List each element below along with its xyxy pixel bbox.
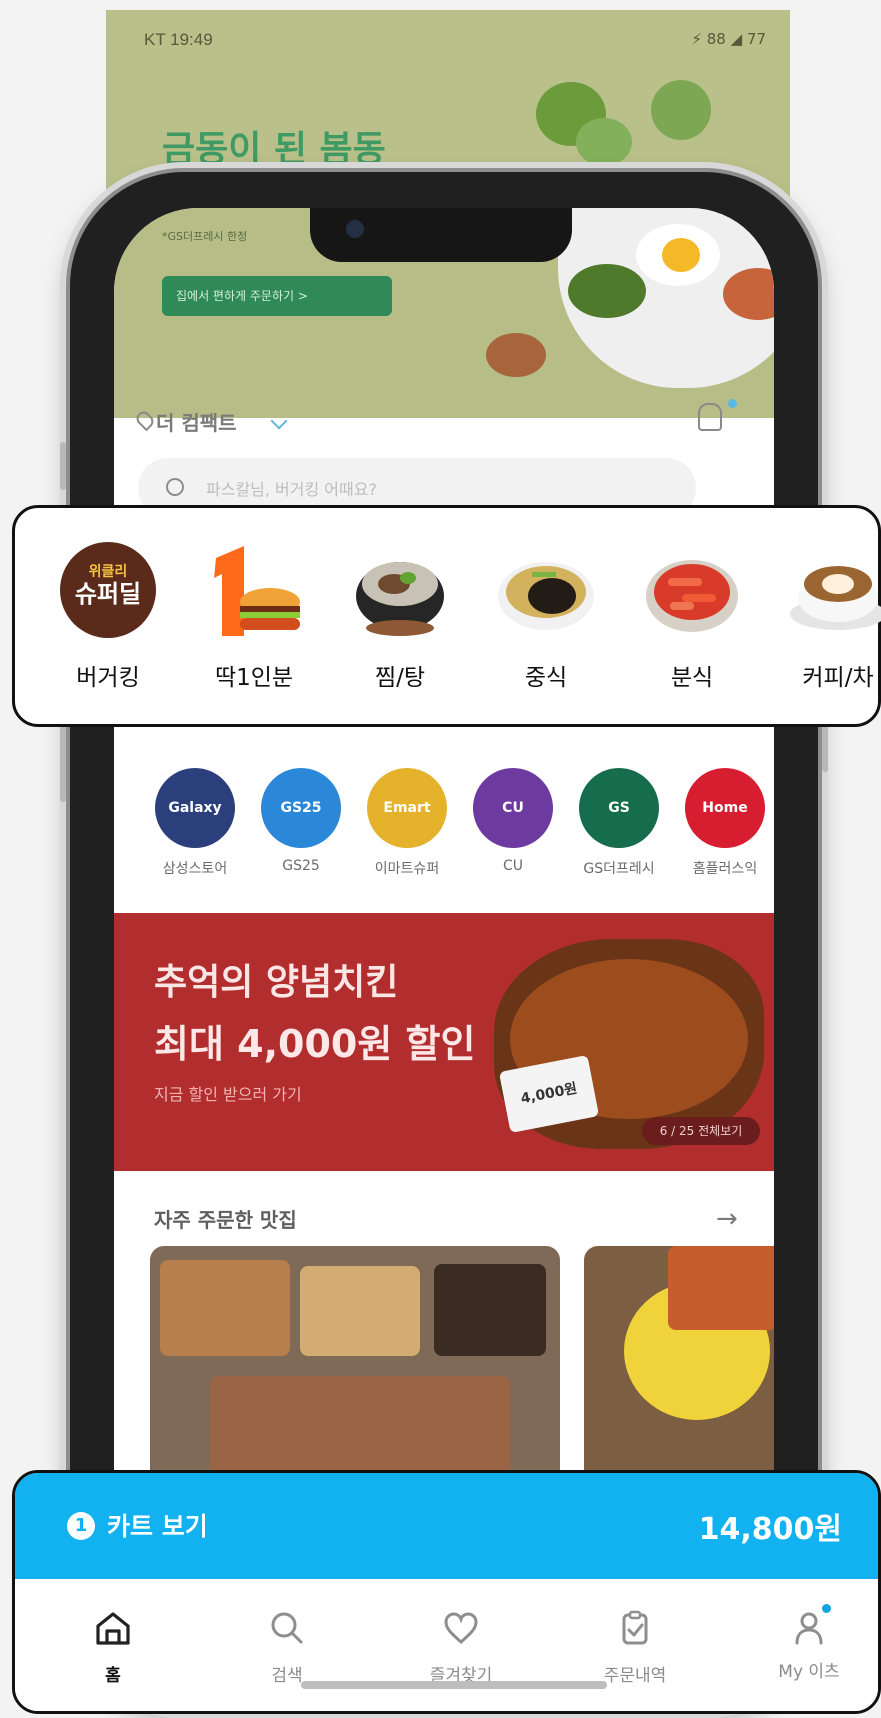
brand-label: GS25	[282, 858, 320, 874]
status-right: ⚡ 88 ◢ 77	[691, 30, 766, 48]
status-left: KT 19:49	[144, 30, 213, 49]
brand-logo: Home	[685, 768, 765, 848]
restaurant-card[interactable]	[150, 1246, 560, 1506]
yolk	[662, 238, 700, 272]
food-image-patch	[668, 1246, 774, 1330]
category-label: 중식	[524, 665, 568, 691]
weekly-super-deal-icon: 위클리 슈퍼딜	[60, 542, 156, 638]
bell-icon[interactable]	[698, 403, 722, 431]
banner-counter[interactable]: 6 / 25 전체보기	[642, 1117, 760, 1145]
cart-label[interactable]: 카트 보기	[107, 1507, 208, 1543]
phone-notch	[310, 208, 572, 262]
bibimbap-bowl-image	[558, 208, 774, 388]
category-label: 분식	[670, 665, 714, 691]
camera	[346, 220, 364, 238]
category-label: 찜/탕	[374, 665, 426, 691]
side-button	[60, 442, 66, 490]
food-image-patch	[300, 1266, 420, 1356]
phone-screen: *GS더프레시 한정 집에서 편하게 주문하기 > 더 컴팩트 파스칼님, 버거…	[114, 208, 774, 1678]
banner-title-line1: 추억의 양념치킨	[154, 962, 399, 1003]
banner-title-line2: 최대 4,000원 할인	[154, 1022, 476, 1066]
latte-cup-icon	[790, 566, 881, 630]
single-serving-burger-icon	[214, 546, 300, 636]
hero-title: 금동이 된 봄동	[162, 129, 386, 170]
jajangmyeon-icon	[498, 562, 594, 630]
brand-logo: Emart	[367, 768, 447, 848]
notification-dot	[728, 399, 737, 408]
brand-logo: CU	[473, 768, 553, 848]
bottom-highlight-panel: 1 카트 보기 14,800원 홈 검색 즐겨찾기 주문내역 My 이츠	[12, 1470, 881, 1714]
leaf-decoration	[576, 118, 632, 166]
category-label: 딱1인분	[214, 665, 294, 691]
tab-home[interactable]: 홈	[53, 1609, 173, 1686]
brand-store[interactable]: GS GS더프레시	[576, 768, 662, 878]
section-arrow[interactable]: →	[716, 1204, 738, 1234]
location-pin-icon	[133, 408, 157, 432]
tteokbokki-icon	[646, 560, 738, 632]
bottom-tab-bar: 홈 검색 즐겨찾기 주문내역 My 이츠	[15, 1579, 878, 1711]
tab-orders[interactable]: 주문내역	[575, 1609, 695, 1686]
brand-logo: GS	[579, 768, 659, 848]
brand-label: 홈플러스익	[692, 861, 758, 877]
brand-label: GS더프레시	[583, 861, 655, 877]
tab-my-eats[interactable]: My 이츠	[749, 1604, 869, 1682]
category-label: 버거킹	[76, 665, 140, 691]
heart-icon	[444, 1612, 478, 1645]
chevron-down-icon[interactable]	[270, 412, 288, 430]
promo-subtext: *GS더프레시 한정	[162, 230, 248, 243]
food-image-patch	[160, 1260, 290, 1356]
search-icon	[166, 478, 184, 496]
cart-price: 14,800원	[698, 1512, 842, 1547]
tab-label: My 이츠	[778, 1662, 840, 1682]
brand-store-row: Galaxy 삼성스토어 GS25 GS25 Emart 이마트슈퍼 CU CU…	[138, 768, 774, 918]
section-title: 자주 주문한 맛집	[154, 1208, 297, 1232]
brand-label: CU	[502, 858, 524, 874]
svg-text:슈퍼딜: 슈퍼딜	[75, 580, 141, 608]
location-row: 더 컴팩트	[133, 399, 758, 443]
brand-logo: GS25	[261, 768, 341, 848]
cart-count-badge: 1	[67, 1512, 95, 1540]
promo-banner[interactable]: 추억의 양념치킨 최대 4,000원 할인 지금 할인 받으러 가기 4,000…	[114, 913, 774, 1171]
tab-favorites[interactable]: 즐겨찾기	[401, 1609, 521, 1686]
banner-cta[interactable]: 지금 할인 받으러 가기	[154, 1081, 302, 1105]
vegetables	[568, 264, 646, 318]
clipboard-check-icon	[622, 1610, 648, 1645]
leaf-decoration	[651, 80, 711, 140]
search-placeholder: 파스칼님, 버거킹 어때요?	[206, 480, 377, 499]
food-image-patch	[434, 1264, 546, 1356]
tab-label: 홈	[105, 1666, 121, 1686]
profile-icon	[795, 1612, 823, 1645]
restaurant-card[interactable]	[584, 1246, 774, 1506]
spoon	[486, 333, 546, 377]
brand-logo: Galaxy	[155, 768, 235, 848]
brand-store[interactable]: Home 홈플러스익	[682, 768, 768, 878]
svg-text:위클리: 위클리	[89, 564, 128, 580]
brand-store[interactable]: Emart 이마트슈퍼	[364, 768, 450, 878]
vegetables	[723, 268, 774, 320]
location-name[interactable]: 더 컴팩트	[156, 407, 237, 436]
category-highlight-panel: 위클리 슈퍼딜 버거킹 딱1인분 찜/탕 중식 분식 커피/차	[12, 505, 881, 727]
brand-store[interactable]: Galaxy 삼성스토어	[152, 768, 238, 878]
brand-store[interactable]: CU CU	[470, 768, 556, 874]
cart-bar[interactable]: 1 카트 보기 14,800원	[15, 1473, 878, 1579]
home-icon	[96, 1612, 130, 1645]
stage: KT 19:49 ⚡ 88 ◢ 77 금동이 된 봄동 *GS더프레시 한정 집…	[0, 0, 881, 1718]
category-label: 커피/차	[802, 665, 874, 691]
search-icon	[271, 1612, 303, 1644]
brand-store[interactable]: GS25 GS25	[258, 768, 344, 874]
notification-dot	[822, 1604, 831, 1613]
promo-button[interactable]: 집에서 편하게 주문하기 >	[162, 276, 392, 316]
brand-label: 이마트슈퍼	[374, 861, 440, 877]
home-indicator	[301, 1681, 607, 1689]
profile-icon-wrap	[790, 1604, 831, 1647]
brand-label: 삼성스토어	[162, 861, 228, 877]
stew-bowl-icon	[356, 562, 444, 636]
tab-search[interactable]: 검색	[227, 1609, 347, 1686]
